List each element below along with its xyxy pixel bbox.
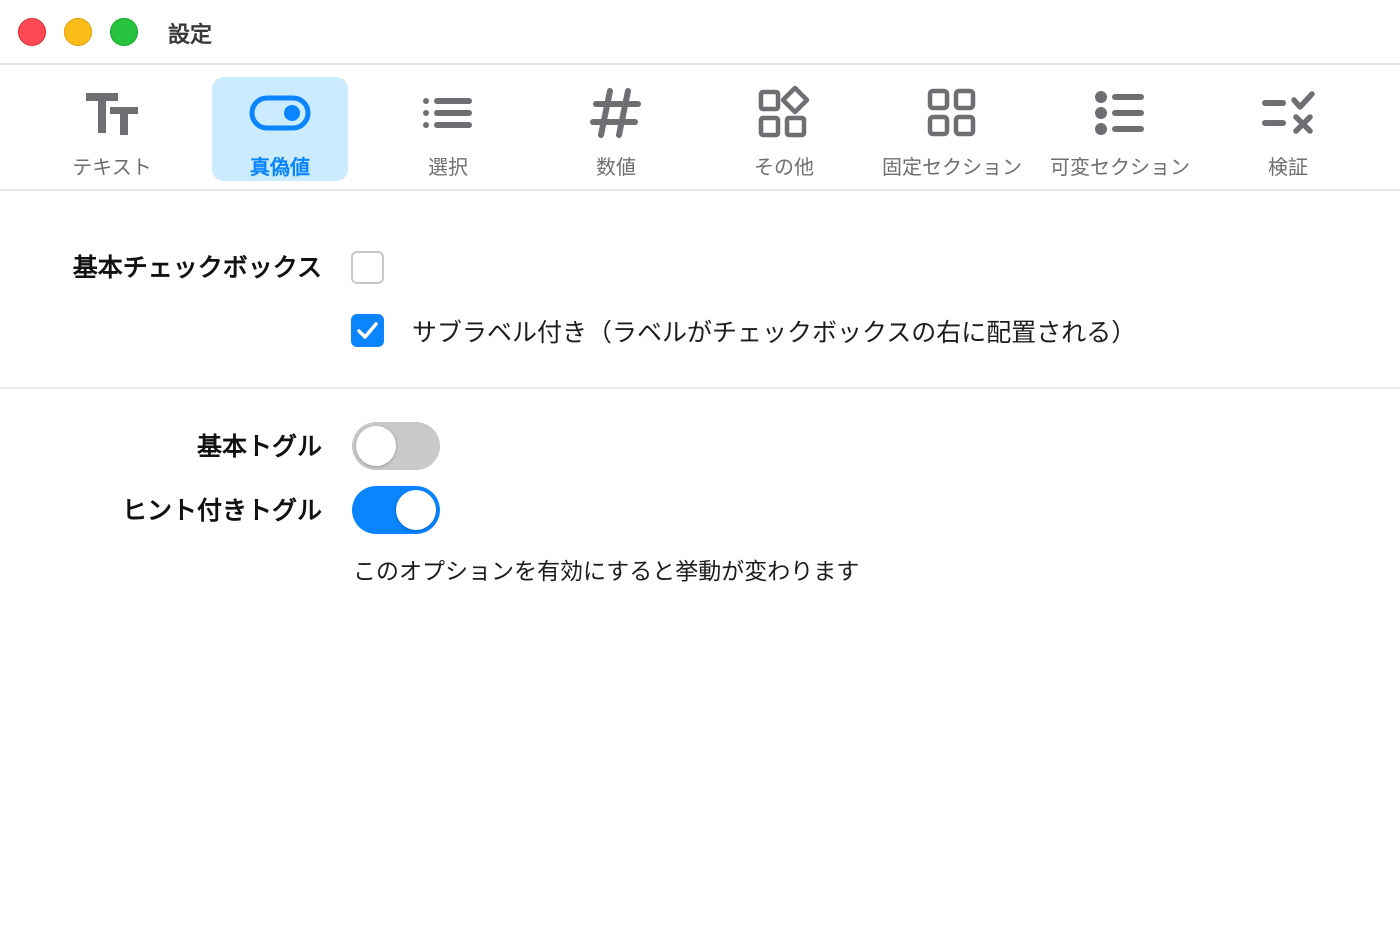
hint-toggle[interactable]: [352, 486, 440, 534]
tab-select[interactable]: 選択: [364, 77, 532, 181]
tab-fixed-section-label: 固定セクション: [882, 155, 1022, 179]
toggle-section: 基本トグル ヒント付きトグル このオプションを有効にすると挙動が変わります: [0, 389, 1400, 629]
title-bar: 設定: [0, 0, 1400, 63]
tab-text-label: テキスト: [72, 155, 152, 179]
basic-toggle[interactable]: [352, 422, 440, 470]
checkmark-icon: [357, 322, 378, 339]
tab-text[interactable]: テキスト: [28, 77, 196, 181]
tab-boolean[interactable]: 真偽値: [196, 77, 364, 181]
tab-number-label: 数値: [596, 155, 636, 179]
toggle-knob: [356, 426, 396, 466]
hashtag-icon: [584, 81, 648, 145]
checklist-icon: [1256, 81, 1320, 145]
basic-toggle-label: 基本トグル: [196, 432, 322, 461]
checkbox-section: 基本チェックボックス サブラベル付き（ラベルがチェックボックスの右に配置される）: [0, 192, 1400, 387]
tab-number[interactable]: 数値: [532, 77, 700, 181]
toggle-icon: [248, 81, 312, 145]
list-icon: [416, 81, 480, 145]
bullet-list-icon: [1088, 81, 1152, 145]
zoom-window-button[interactable]: [110, 18, 138, 46]
grid-icon: [920, 81, 984, 145]
tab-variable-section-label: 可変セクション: [1050, 155, 1190, 179]
sublabel-checkbox[interactable]: [351, 314, 384, 347]
tab-validation[interactable]: 検証: [1204, 77, 1372, 181]
hint-text: このオプションを有効にすると挙動が変わります: [353, 559, 860, 585]
sublabel-checkbox-label[interactable]: サブラベル付き（ラベルがチェックボックスの右に配置される）: [412, 313, 1136, 349]
tab-boolean-label: 真偽値: [250, 155, 310, 179]
tab-validation-label: 検証: [1268, 155, 1308, 179]
close-window-button[interactable]: [18, 18, 46, 46]
basic-checkbox[interactable]: [351, 251, 384, 284]
minimize-window-button[interactable]: [64, 18, 92, 46]
text-format-icon: [80, 81, 144, 145]
toolbar: テキスト 真偽値 選択 数値 その他 固定セクション 可変セクション 検証: [0, 63, 1400, 191]
hint-toggle-label: ヒント付きトグル: [121, 496, 322, 525]
tab-fixed-section[interactable]: 固定セクション: [868, 77, 1036, 181]
tab-other[interactable]: その他: [700, 77, 868, 181]
tab-other-label: その他: [754, 155, 814, 179]
toggle-knob: [396, 490, 436, 530]
window-title: 設定: [168, 23, 213, 48]
basic-checkbox-label: 基本チェックボックス: [72, 253, 322, 282]
tab-variable-section[interactable]: 可変セクション: [1036, 77, 1204, 181]
settings-window: 設定 テキスト 真偽値 選択 数値 その他 固定セクション 可変セクション 検証…: [0, 0, 1400, 932]
shapes-icon: [752, 81, 816, 145]
tab-select-label: 選択: [428, 155, 468, 179]
